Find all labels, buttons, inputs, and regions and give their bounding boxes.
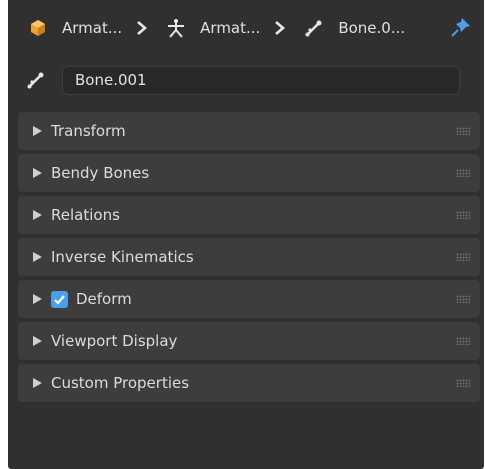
expand-triangle-icon[interactable] (33, 336, 42, 346)
bone-icon (26, 70, 46, 90)
drag-grip-icon[interactable] (456, 337, 470, 345)
properties-editor: Armat... Armat... Bone.0... Bone.001 Tra… (8, 0, 484, 469)
chevron-right-icon (137, 21, 148, 35)
panel-label: Transform (51, 122, 126, 140)
pin-icon[interactable] (450, 16, 472, 38)
drag-grip-icon[interactable] (456, 211, 470, 219)
breadcrumb-label-object: Armat... (62, 19, 123, 37)
panel-label: Relations (51, 206, 120, 224)
armature-icon (166, 18, 186, 38)
chevron-right-icon (275, 21, 286, 35)
expand-triangle-icon[interactable] (33, 294, 42, 304)
expand-triangle-icon[interactable] (33, 126, 42, 136)
object-cube-icon (28, 18, 48, 38)
bone-name-field[interactable]: Bone.001 (62, 65, 460, 95)
breadcrumb-label-armature: Armat... (200, 19, 261, 37)
drag-grip-icon[interactable] (456, 295, 470, 303)
expand-triangle-icon[interactable] (33, 210, 42, 220)
panel-custom-properties[interactable]: Custom Properties (18, 364, 480, 402)
expand-triangle-icon[interactable] (33, 378, 42, 388)
panel-list: Transform Bendy Bones Relations Inverse … (18, 112, 480, 406)
drag-grip-icon[interactable] (456, 379, 470, 387)
panel-inverse-kinematics[interactable]: Inverse Kinematics (18, 238, 480, 276)
panel-transform[interactable]: Transform (18, 112, 480, 150)
panel-label: Deform (76, 290, 132, 308)
bone-name-row: Bone.001 (8, 60, 484, 100)
panel-relations[interactable]: Relations (18, 196, 480, 234)
breadcrumb-item-bone[interactable]: Bone.0... (304, 18, 405, 38)
panel-label: Inverse Kinematics (51, 248, 194, 266)
breadcrumb-item-object[interactable]: Armat... (28, 18, 122, 38)
panel-label: Custom Properties (51, 374, 190, 392)
panel-label: Bendy Bones (51, 164, 150, 182)
bone-icon (304, 18, 324, 38)
drag-grip-icon[interactable] (456, 169, 470, 177)
breadcrumb: Armat... Armat... Bone.0... (8, 0, 484, 56)
deform-checkbox[interactable] (51, 290, 68, 308)
breadcrumb-label-bone: Bone.0... (338, 19, 406, 37)
expand-triangle-icon[interactable] (33, 168, 42, 178)
breadcrumb-item-armature[interactable]: Armat... (166, 18, 260, 38)
panel-bendy-bones[interactable]: Bendy Bones (18, 154, 480, 192)
drag-grip-icon[interactable] (456, 253, 470, 261)
panel-deform[interactable]: Deform (18, 280, 480, 318)
panel-label: Viewport Display (51, 332, 178, 350)
panel-viewport-display[interactable]: Viewport Display (18, 322, 480, 360)
checkmark-icon (54, 294, 65, 305)
drag-grip-icon[interactable] (456, 127, 470, 135)
expand-triangle-icon[interactable] (33, 252, 42, 262)
